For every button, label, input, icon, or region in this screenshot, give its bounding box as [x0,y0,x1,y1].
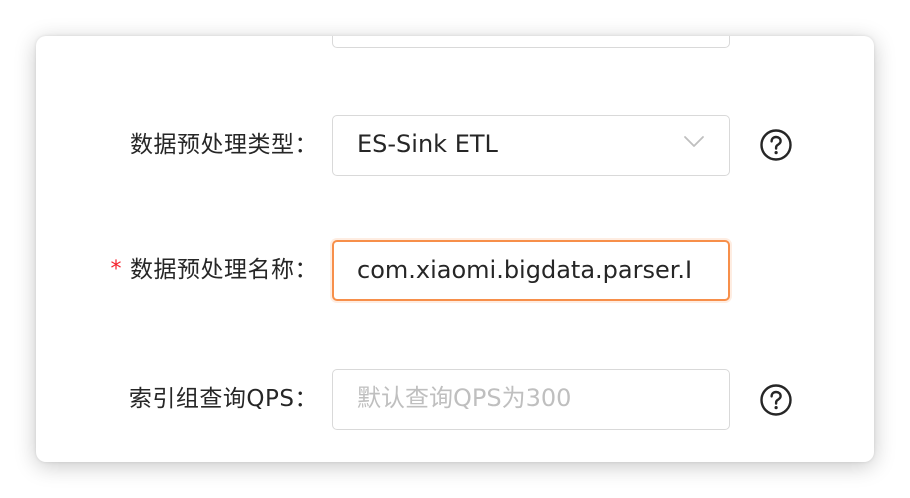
question-circle-icon[interactable] [759,383,793,417]
question-circle-icon[interactable] [759,128,793,162]
index-qps-label-text: 索引组查询QPS： [128,386,318,412]
index-qps-input[interactable]: 默认查询QPS为300 [332,369,730,430]
preprocess-name-input[interactable]: com.xiaomi.bigdata.parser.I [332,240,730,301]
index-qps-label: 索引组查询QPS： [129,369,318,430]
preprocess-name-label-text: 数据预处理名称： [130,257,318,283]
preprocess-name-input-value: com.xiaomi.bigdata.parser.I [357,256,693,284]
preprocess-name-label: * 数据预处理名称： [111,240,319,301]
previous-field-input[interactable] [332,36,730,48]
chevron-down-icon [684,136,704,147]
preprocess-type-label: 数据预处理类型： [130,115,318,176]
index-qps-placeholder: 默认查询QPS为300 [357,384,572,412]
preprocess-type-selected-value: ES-Sink ETL [357,130,498,158]
preprocess-type-label-text: 数据预处理类型： [130,132,318,158]
preprocess-type-select[interactable]: ES-Sink ETL [332,115,730,176]
required-mark: * [110,257,122,282]
form-card: 数据预处理类型： ES-Sink ETL * 数据预处理名称： com.xiaom… [36,36,874,462]
